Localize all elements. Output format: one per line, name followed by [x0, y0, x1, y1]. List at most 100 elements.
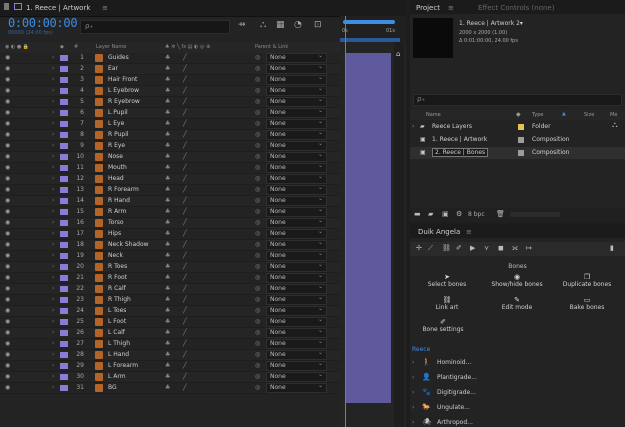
quality-switch-icon[interactable]: ╱	[183, 351, 187, 358]
pick-whip-icon[interactable]: ◎	[255, 263, 260, 270]
quality-switch-icon[interactable]: ╱	[183, 307, 187, 314]
pick-whip-icon[interactable]: ◎	[255, 307, 260, 314]
expand-caret-icon[interactable]: ›	[52, 384, 54, 391]
expand-caret-icon[interactable]: ›	[52, 197, 54, 204]
label-color-swatch[interactable]	[60, 176, 68, 182]
expand-caret-icon[interactable]: ›	[52, 362, 54, 369]
layer-name[interactable]: Neck Shadow	[108, 241, 149, 248]
parent-select[interactable]: None	[266, 294, 327, 305]
pick-whip-icon[interactable]: ◎	[255, 175, 260, 182]
parent-select[interactable]: None	[266, 184, 327, 195]
label-color-swatch[interactable]	[60, 165, 68, 171]
layer-row[interactable]: ◉ › 3 Hair Front ♣ ╱ ◎ None	[0, 74, 340, 86]
layer-name[interactable]: L Hand	[108, 351, 129, 358]
link-icon[interactable]: ⛓	[442, 244, 451, 252]
expand-caret-icon[interactable]: ›	[52, 329, 54, 336]
pick-whip-icon[interactable]: ◎	[255, 329, 260, 336]
layer-row[interactable]: ◉ › 9 R Eye ♣ ╱ ◎ None	[0, 140, 340, 152]
current-time-indicator[interactable]	[345, 16, 346, 427]
layer-row[interactable]: ◉ › 14 R Hand ♣ ╱ ◎ None	[0, 195, 340, 207]
parent-select[interactable]: None	[266, 140, 327, 151]
quality-switch-icon[interactable]: ╱	[183, 76, 187, 83]
expand-caret-icon[interactable]: ›	[52, 76, 54, 83]
project-item[interactable]: ▣ 2. Reece | Bones Composition	[410, 147, 625, 159]
parent-select[interactable]: None	[266, 338, 327, 349]
duik-menu-icon[interactable]: ≡	[466, 228, 472, 236]
document-icon[interactable]: ▮	[610, 244, 614, 252]
visibility-eye-icon[interactable]: ◉	[5, 109, 10, 116]
expand-caret-icon[interactable]: ›	[412, 374, 414, 381]
rig-item[interactable]: › 🐎 Ungulate...	[412, 403, 470, 411]
media-column-header[interactable]: Me	[610, 112, 617, 118]
label-color-swatch[interactable]	[60, 209, 68, 215]
expand-caret-icon[interactable]: ›	[52, 230, 54, 237]
project-item[interactable]: › ▰ Reece Layers Folder	[410, 121, 625, 133]
label-color-swatch[interactable]	[60, 385, 68, 391]
layer-name[interactable]: Ear	[108, 65, 118, 72]
expand-caret-icon[interactable]: ›	[52, 186, 54, 193]
layer-row[interactable]: ◉ › 15 R Arm ♣ ╱ ◎ None	[0, 206, 340, 218]
visibility-eye-icon[interactable]: ◉	[5, 307, 10, 314]
pick-whip-icon[interactable]: ◎	[255, 76, 260, 83]
shy-switch-icon[interactable]: ♣	[165, 296, 170, 303]
layer-row[interactable]: ◉ › 6 L Pupil ♣ ╱ ◎ None	[0, 107, 340, 119]
parent-select[interactable]: None	[266, 250, 327, 261]
parent-select[interactable]: None	[266, 52, 327, 63]
expand-caret-icon[interactable]: ›	[52, 318, 54, 325]
close-icon[interactable]	[4, 3, 9, 10]
play-icon[interactable]: ▶	[470, 244, 475, 252]
pick-whip-icon[interactable]: ◎	[255, 142, 260, 149]
quality-switch-icon[interactable]: ╱	[183, 263, 187, 270]
expand-caret-icon[interactable]: ›	[52, 340, 54, 347]
pick-whip-icon[interactable]: ◎	[255, 230, 260, 237]
item-name[interactable]: 1. Reece | Artwork	[432, 136, 487, 143]
layer-row[interactable]: ◉ › 18 Neck Shadow ♣ ╱ ◎ None	[0, 239, 340, 251]
label-color-swatch[interactable]	[60, 286, 68, 292]
label-color-swatch[interactable]	[60, 374, 68, 380]
project-tab[interactable]: Project	[416, 4, 440, 12]
parent-select[interactable]: None	[266, 118, 327, 129]
visibility-eye-icon[interactable]: ◉	[5, 197, 10, 204]
button-show-hide-bones[interactable]: ◉ Show/hide bones	[480, 273, 554, 295]
layer-row[interactable]: ◉ › 19 Neck ♣ ╱ ◎ None	[0, 250, 340, 262]
layer-row[interactable]: ◉ › 27 L Thigh ♣ ╱ ◎ None	[0, 338, 340, 350]
layer-row[interactable]: ◉ › 28 L Hand ♣ ╱ ◎ None	[0, 349, 340, 361]
label-color-swatch[interactable]	[60, 253, 68, 259]
layer-name[interactable]: R Toes	[108, 263, 127, 270]
button-select-bones[interactable]: ➤ Select bones	[412, 273, 482, 295]
visibility-eye-icon[interactable]: ◉	[5, 384, 10, 391]
pick-whip-icon[interactable]: ◎	[255, 219, 260, 226]
shy-switch-icon[interactable]: ♣	[165, 263, 170, 270]
item-name[interactable]: 2. Reece | Bones	[432, 148, 489, 157]
expand-caret-icon[interactable]: ›	[412, 404, 414, 411]
shy-switch-icon[interactable]: ♣	[165, 98, 170, 105]
name-column-header[interactable]: Name	[426, 112, 441, 118]
shy-switch-icon[interactable]: ♣	[165, 219, 170, 226]
visibility-eye-icon[interactable]: ◉	[5, 285, 10, 292]
quality-switch-icon[interactable]: ╱	[183, 329, 187, 336]
parent-select[interactable]: None	[266, 107, 327, 118]
comp-title[interactable]: 1. Reece | Artwork 2▾	[459, 20, 523, 27]
layer-row[interactable]: ◉ › 22 R Calf ♣ ╱ ◎ None	[0, 283, 340, 295]
visibility-eye-icon[interactable]: ◉	[5, 318, 10, 325]
layer-row[interactable]: ◉ › 2 Ear ♣ ╱ ◎ None	[0, 63, 340, 75]
quality-switch-icon[interactable]: ╱	[183, 274, 187, 281]
shy-switch-icon[interactable]: ♣	[165, 65, 170, 72]
timeline-scrollbar[interactable]	[394, 42, 404, 427]
expand-caret-icon[interactable]: ›	[412, 419, 414, 426]
layer-row[interactable]: ◉ › 29 L Forearm ♣ ╱ ◎ None	[0, 360, 340, 372]
layer-row[interactable]: ◉ › 12 Head ♣ ╱ ◎ None	[0, 173, 340, 185]
shy-switch-icon[interactable]: ♣	[165, 373, 170, 380]
label-color-swatch[interactable]	[60, 242, 68, 248]
button-duplicate-bones[interactable]: ❐ Duplicate bones	[552, 273, 622, 295]
pick-whip-icon[interactable]: ◎	[255, 131, 260, 138]
expand-caret-icon[interactable]: ›	[52, 175, 54, 182]
pick-whip-icon[interactable]: ◎	[255, 252, 260, 259]
shy-switch-icon[interactable]: ♣	[165, 252, 170, 259]
expand-caret-icon[interactable]: ›	[52, 54, 54, 61]
arrow-icon[interactable]: ↦	[526, 244, 532, 252]
pick-whip-icon[interactable]: ◎	[255, 373, 260, 380]
expand-caret-icon[interactable]: ›	[52, 252, 54, 259]
expand-caret-icon[interactable]: ›	[52, 153, 54, 160]
shy-switch-icon[interactable]: ♣	[165, 384, 170, 391]
